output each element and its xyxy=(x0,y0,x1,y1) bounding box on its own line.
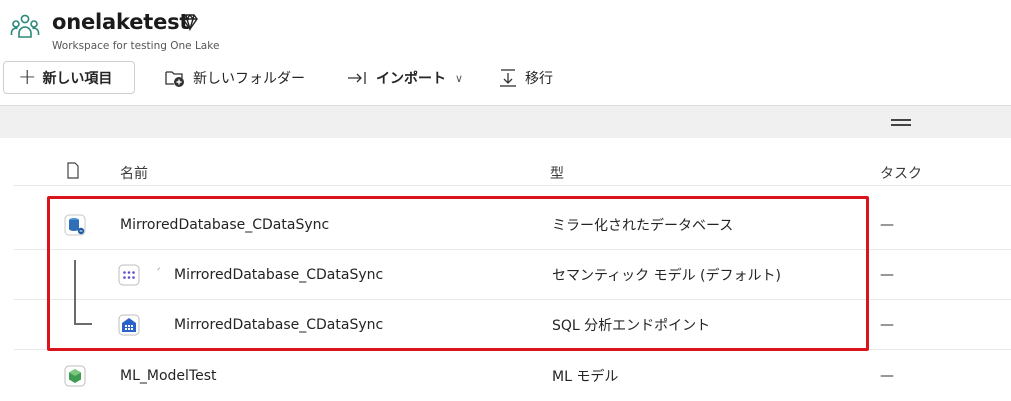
new-item-label: 新しい項目 xyxy=(42,70,113,87)
column-header-type[interactable]: 型 xyxy=(550,163,564,183)
new-folder-label: 新しいフォルダー xyxy=(193,71,305,87)
highlight-box xyxy=(47,196,869,351)
migrate-label: 移行 xyxy=(525,71,553,87)
plus-icon: + xyxy=(18,64,37,90)
column-header-name[interactable]: 名前 xyxy=(120,163,148,183)
import-arrow-icon xyxy=(348,72,366,84)
ml-model-icon xyxy=(64,365,86,387)
chevron-down-icon: ∨ xyxy=(455,71,464,85)
item-name[interactable]: ML_ModelTest xyxy=(120,351,216,401)
table-row[interactable]: ML_ModelTest ML モデル — xyxy=(0,351,1011,401)
import-label: インポート xyxy=(376,71,446,87)
new-folder-icon xyxy=(165,71,184,87)
item-type: ML モデル xyxy=(552,369,619,385)
diamond-icon xyxy=(182,13,198,32)
workspace-title: onelaketest xyxy=(52,10,190,34)
migrate-button[interactable]: 移行 xyxy=(498,66,553,90)
new-item-button[interactable]: + 新しい項目 xyxy=(3,61,135,94)
item-task: — xyxy=(880,368,894,384)
filter-band xyxy=(0,106,1011,138)
header-divider xyxy=(14,185,1011,186)
workspace-description: Workspace for testing One Lake xyxy=(52,40,220,52)
item-task: — xyxy=(880,217,894,233)
item-task: — xyxy=(880,317,894,333)
column-options-icon[interactable] xyxy=(891,119,911,127)
file-type-icon xyxy=(67,162,79,179)
item-task: — xyxy=(880,267,894,283)
column-header-task[interactable]: タスク xyxy=(880,163,922,183)
migrate-icon xyxy=(500,69,516,87)
import-button[interactable]: インポート ∨ xyxy=(347,66,463,90)
workspace-people-icon xyxy=(10,14,40,38)
new-folder-button[interactable]: 新しいフォルダー xyxy=(164,66,305,90)
